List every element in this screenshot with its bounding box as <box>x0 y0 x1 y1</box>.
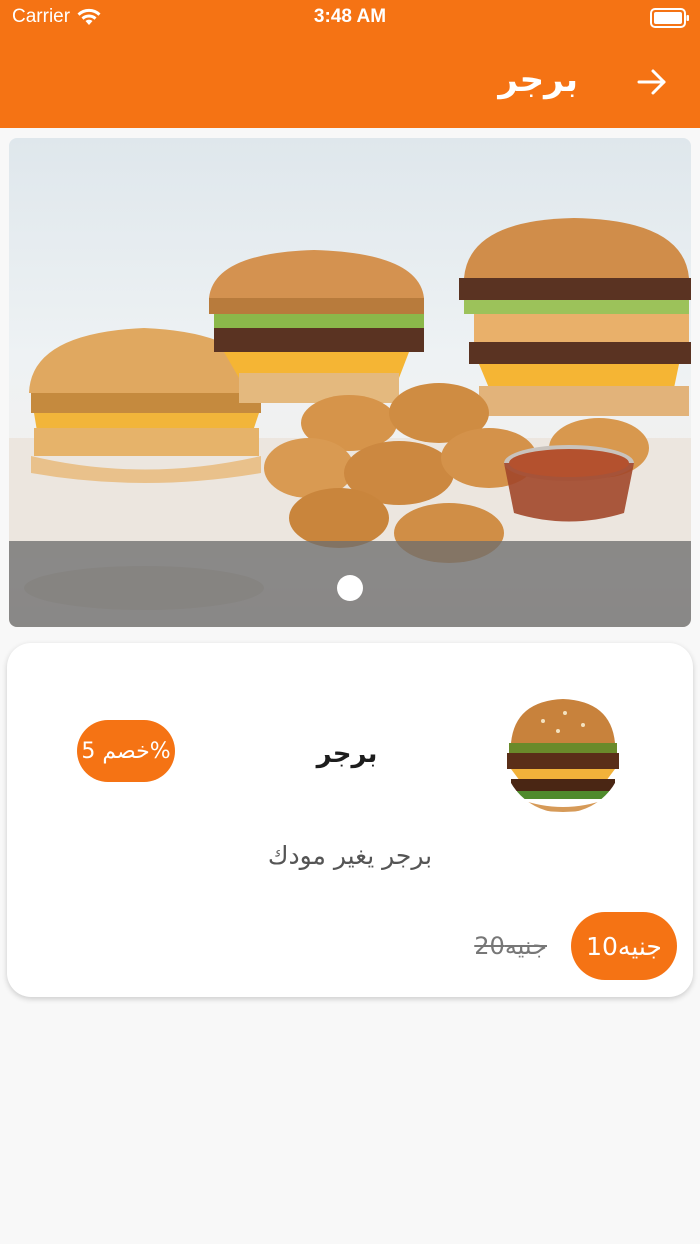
carousel-page-dot[interactable] <box>337 575 363 601</box>
discount-badge: خصم 5% <box>77 720 175 782</box>
price-badge[interactable]: 10جنيه <box>571 912 677 980</box>
status-time: 3:48 AM <box>313 6 387 27</box>
status-bar: Carrier 3:48 AM <box>0 0 700 36</box>
old-price: 20جنيه <box>474 932 547 960</box>
burger-image <box>503 693 623 813</box>
product-title: برجر <box>316 739 378 769</box>
product-description: برجر يغير مودك <box>267 841 433 870</box>
banner-carousel[interactable] <box>9 138 691 627</box>
top-bar: Carrier 3:48 AM برجر <box>0 0 700 128</box>
battery-icon <box>650 8 689 28</box>
product-card[interactable]: برجر خصم 5% برجر يغير مودك 20جنيه 10جنيه <box>7 643 693 997</box>
arrow-right-icon[interactable] <box>634 64 670 100</box>
product-thumbnail <box>503 693 623 813</box>
page-title: برجر <box>498 60 578 100</box>
